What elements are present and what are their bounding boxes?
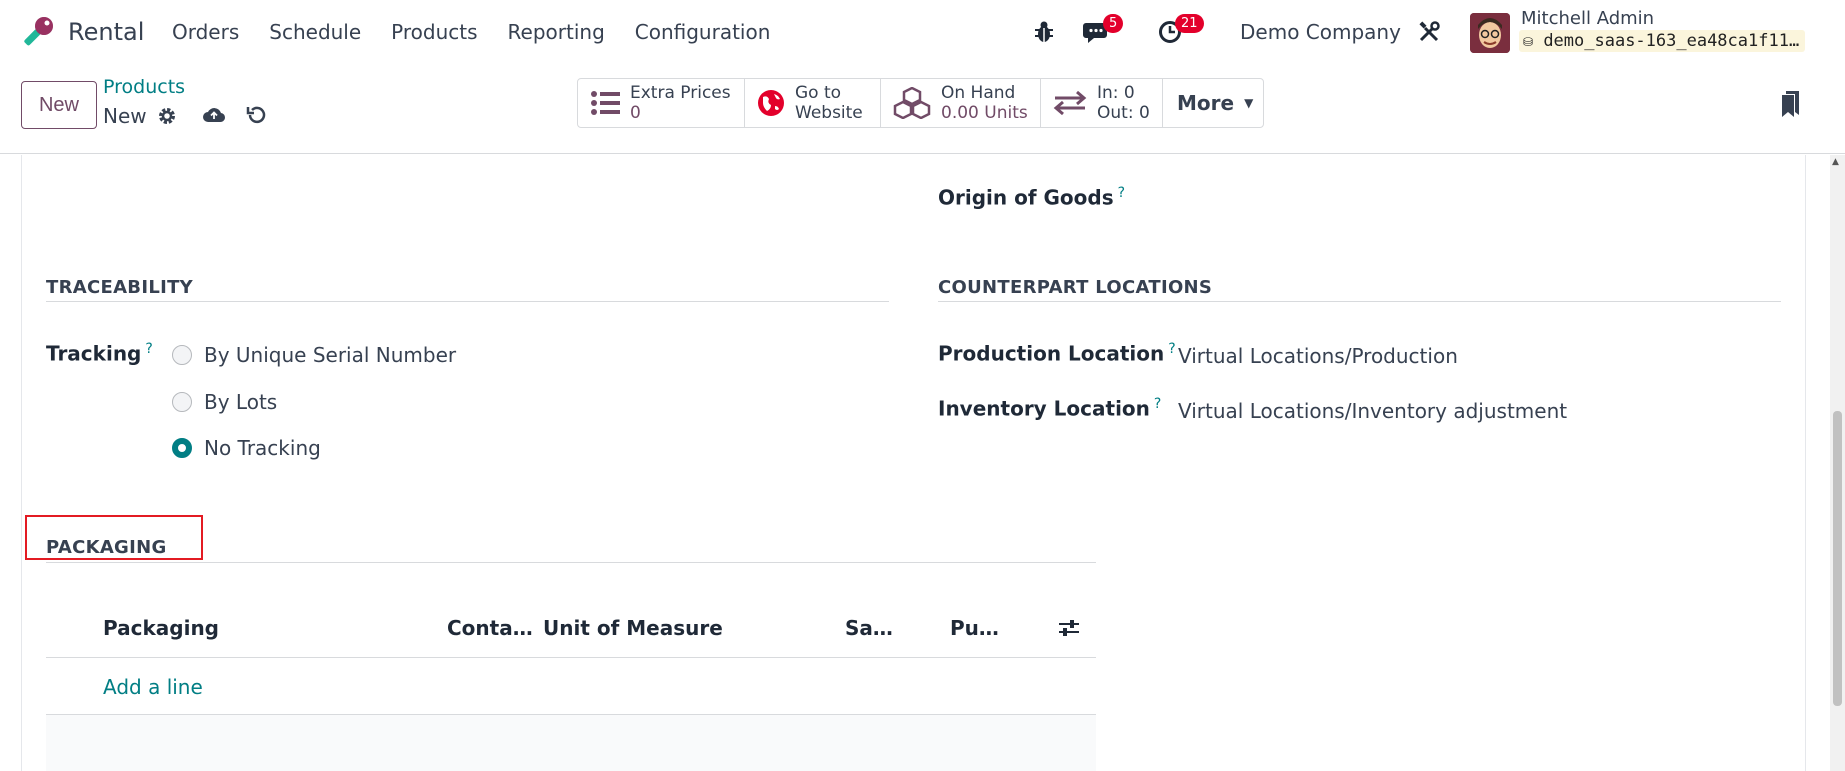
company-switcher[interactable]: Demo Company [1240,20,1401,44]
production-location-field[interactable]: Virtual Locations/Production [1178,344,1458,368]
scroll-up-arrow-icon[interactable]: ▲ [1832,157,1839,167]
user-avatar[interactable] [1470,13,1510,53]
database-icon: ⛁ [1523,35,1534,49]
messages-badge: 5 [1103,14,1124,33]
on-hand-label: On Hand [941,83,1016,103]
radio-button[interactable] [172,392,192,412]
rental-key-icon[interactable] [20,14,56,50]
column-unit-of-measure[interactable]: Unit of Measure [543,616,723,640]
extra-prices-label: Extra Prices [630,83,731,103]
extra-prices-button[interactable]: Extra Prices 0 [578,79,745,127]
tracking-option-label: By Lots [204,390,278,414]
column-packaging[interactable]: Packaging [103,616,219,640]
bookmark-icon[interactable] [1781,90,1801,118]
column-contained-quantity[interactable]: Conta… [447,616,533,640]
extra-prices-value: 0 [630,103,641,123]
new-button[interactable]: New [21,81,97,129]
tools-icon[interactable] [1418,21,1440,43]
scrollbar-thumb[interactable] [1833,411,1842,706]
column-purchase[interactable]: Pu… [950,616,999,640]
sheet-border-left [21,155,22,771]
help-icon[interactable]: ? [1168,341,1175,357]
form-sheet: Origin of Goods? TRACEABILITY COUNTERPAR… [0,155,1845,771]
caret-down-icon: ▼ [1244,96,1254,110]
tracking-option-serial[interactable]: By Unique Serial Number [172,343,456,367]
origin-of-goods-label: Origin of Goods? [938,185,1125,210]
inventory-location-label: Inventory Location? [938,396,1161,421]
tracking-option-label: No Tracking [204,436,321,460]
on-hand-button[interactable]: On Hand 0.00 Units [881,79,1041,127]
column-sales[interactable]: Sa… [845,616,893,640]
gear-icon[interactable] [157,106,177,126]
traceability-title: TRACEABILITY [46,277,194,298]
tracking-option-none[interactable]: No Tracking [172,436,321,460]
breadcrumb-current: New [103,104,147,128]
cubes-icon [893,87,931,119]
globe-icon [758,90,784,116]
save-cloud-icon[interactable] [202,104,226,126]
more-label: More [1177,91,1235,115]
divider [46,562,1096,563]
inventory-location-field[interactable]: Virtual Locations/Inventory adjustment [1178,399,1567,423]
tracking-option-label: By Unique Serial Number [204,343,457,367]
bug-icon[interactable] [1033,20,1055,44]
production-location-label: Production Location? [938,341,1176,366]
menu-products[interactable]: Products [391,20,477,44]
out-label: Out: 0 [1097,103,1150,123]
radio-button[interactable] [172,345,192,365]
transfer-arrows-icon [1053,90,1087,116]
help-icon[interactable]: ? [1118,185,1125,201]
breadcrumb-products[interactable]: Products [103,76,185,98]
radio-button-checked[interactable] [172,438,192,458]
inventory-location-text: Inventory Location [938,396,1150,421]
user-name[interactable]: Mitchell Admin [1521,8,1654,29]
divider [46,301,889,302]
list-icon [591,91,620,115]
discard-icon[interactable] [245,104,267,126]
go-to-website-button[interactable]: Go to Website [745,79,881,127]
menu-reporting[interactable]: Reporting [508,20,605,44]
website-line1: Go to [795,83,842,103]
add-a-line-link[interactable]: Add a line [103,675,203,699]
table-empty-row [46,714,1096,771]
website-line2: Website [795,103,863,123]
on-hand-value: 0.00 Units [941,103,1028,123]
optional-columns-icon[interactable] [1058,617,1080,639]
menu-schedule[interactable]: Schedule [269,20,361,44]
sheet-border-right [1805,155,1806,771]
tracking-label: Tracking? [46,341,153,366]
in-out-button[interactable]: In: 0 Out: 0 [1041,79,1163,127]
divider [938,301,1781,302]
menu-configuration[interactable]: Configuration [635,20,771,44]
production-location-text: Production Location [938,341,1165,366]
in-label: In: 0 [1097,83,1135,103]
control-panel: New Products New Extra Prices 0 Go to We… [0,66,1845,154]
tracking-text: Tracking [46,341,142,366]
menu-orders[interactable]: Orders [172,20,239,44]
activities-badge: 21 [1175,14,1204,33]
packaging-title: PACKAGING [46,537,167,558]
more-button[interactable]: More ▼ [1163,79,1263,127]
divider [46,657,1096,658]
origin-of-goods-text: Origin of Goods [938,185,1114,210]
top-navbar: Rental Orders Schedule Products Reportin… [0,0,1845,66]
database-label: demo_saas-163_ea48ca1f11… [1543,31,1800,51]
counterpart-locations-title: COUNTERPART LOCATIONS [938,277,1213,298]
app-name[interactable]: Rental [68,18,144,46]
tracking-option-lots[interactable]: By Lots [172,390,277,414]
database-name: ⛁ demo_saas-163_ea48ca1f11… [1519,30,1806,52]
help-icon[interactable]: ? [145,341,152,357]
help-icon[interactable]: ? [1154,396,1161,412]
smart-buttons: Extra Prices 0 Go to Website On Hand 0.00 U… [577,78,1264,128]
main-menu: Orders Schedule Products Reporting Confi… [172,20,800,44]
